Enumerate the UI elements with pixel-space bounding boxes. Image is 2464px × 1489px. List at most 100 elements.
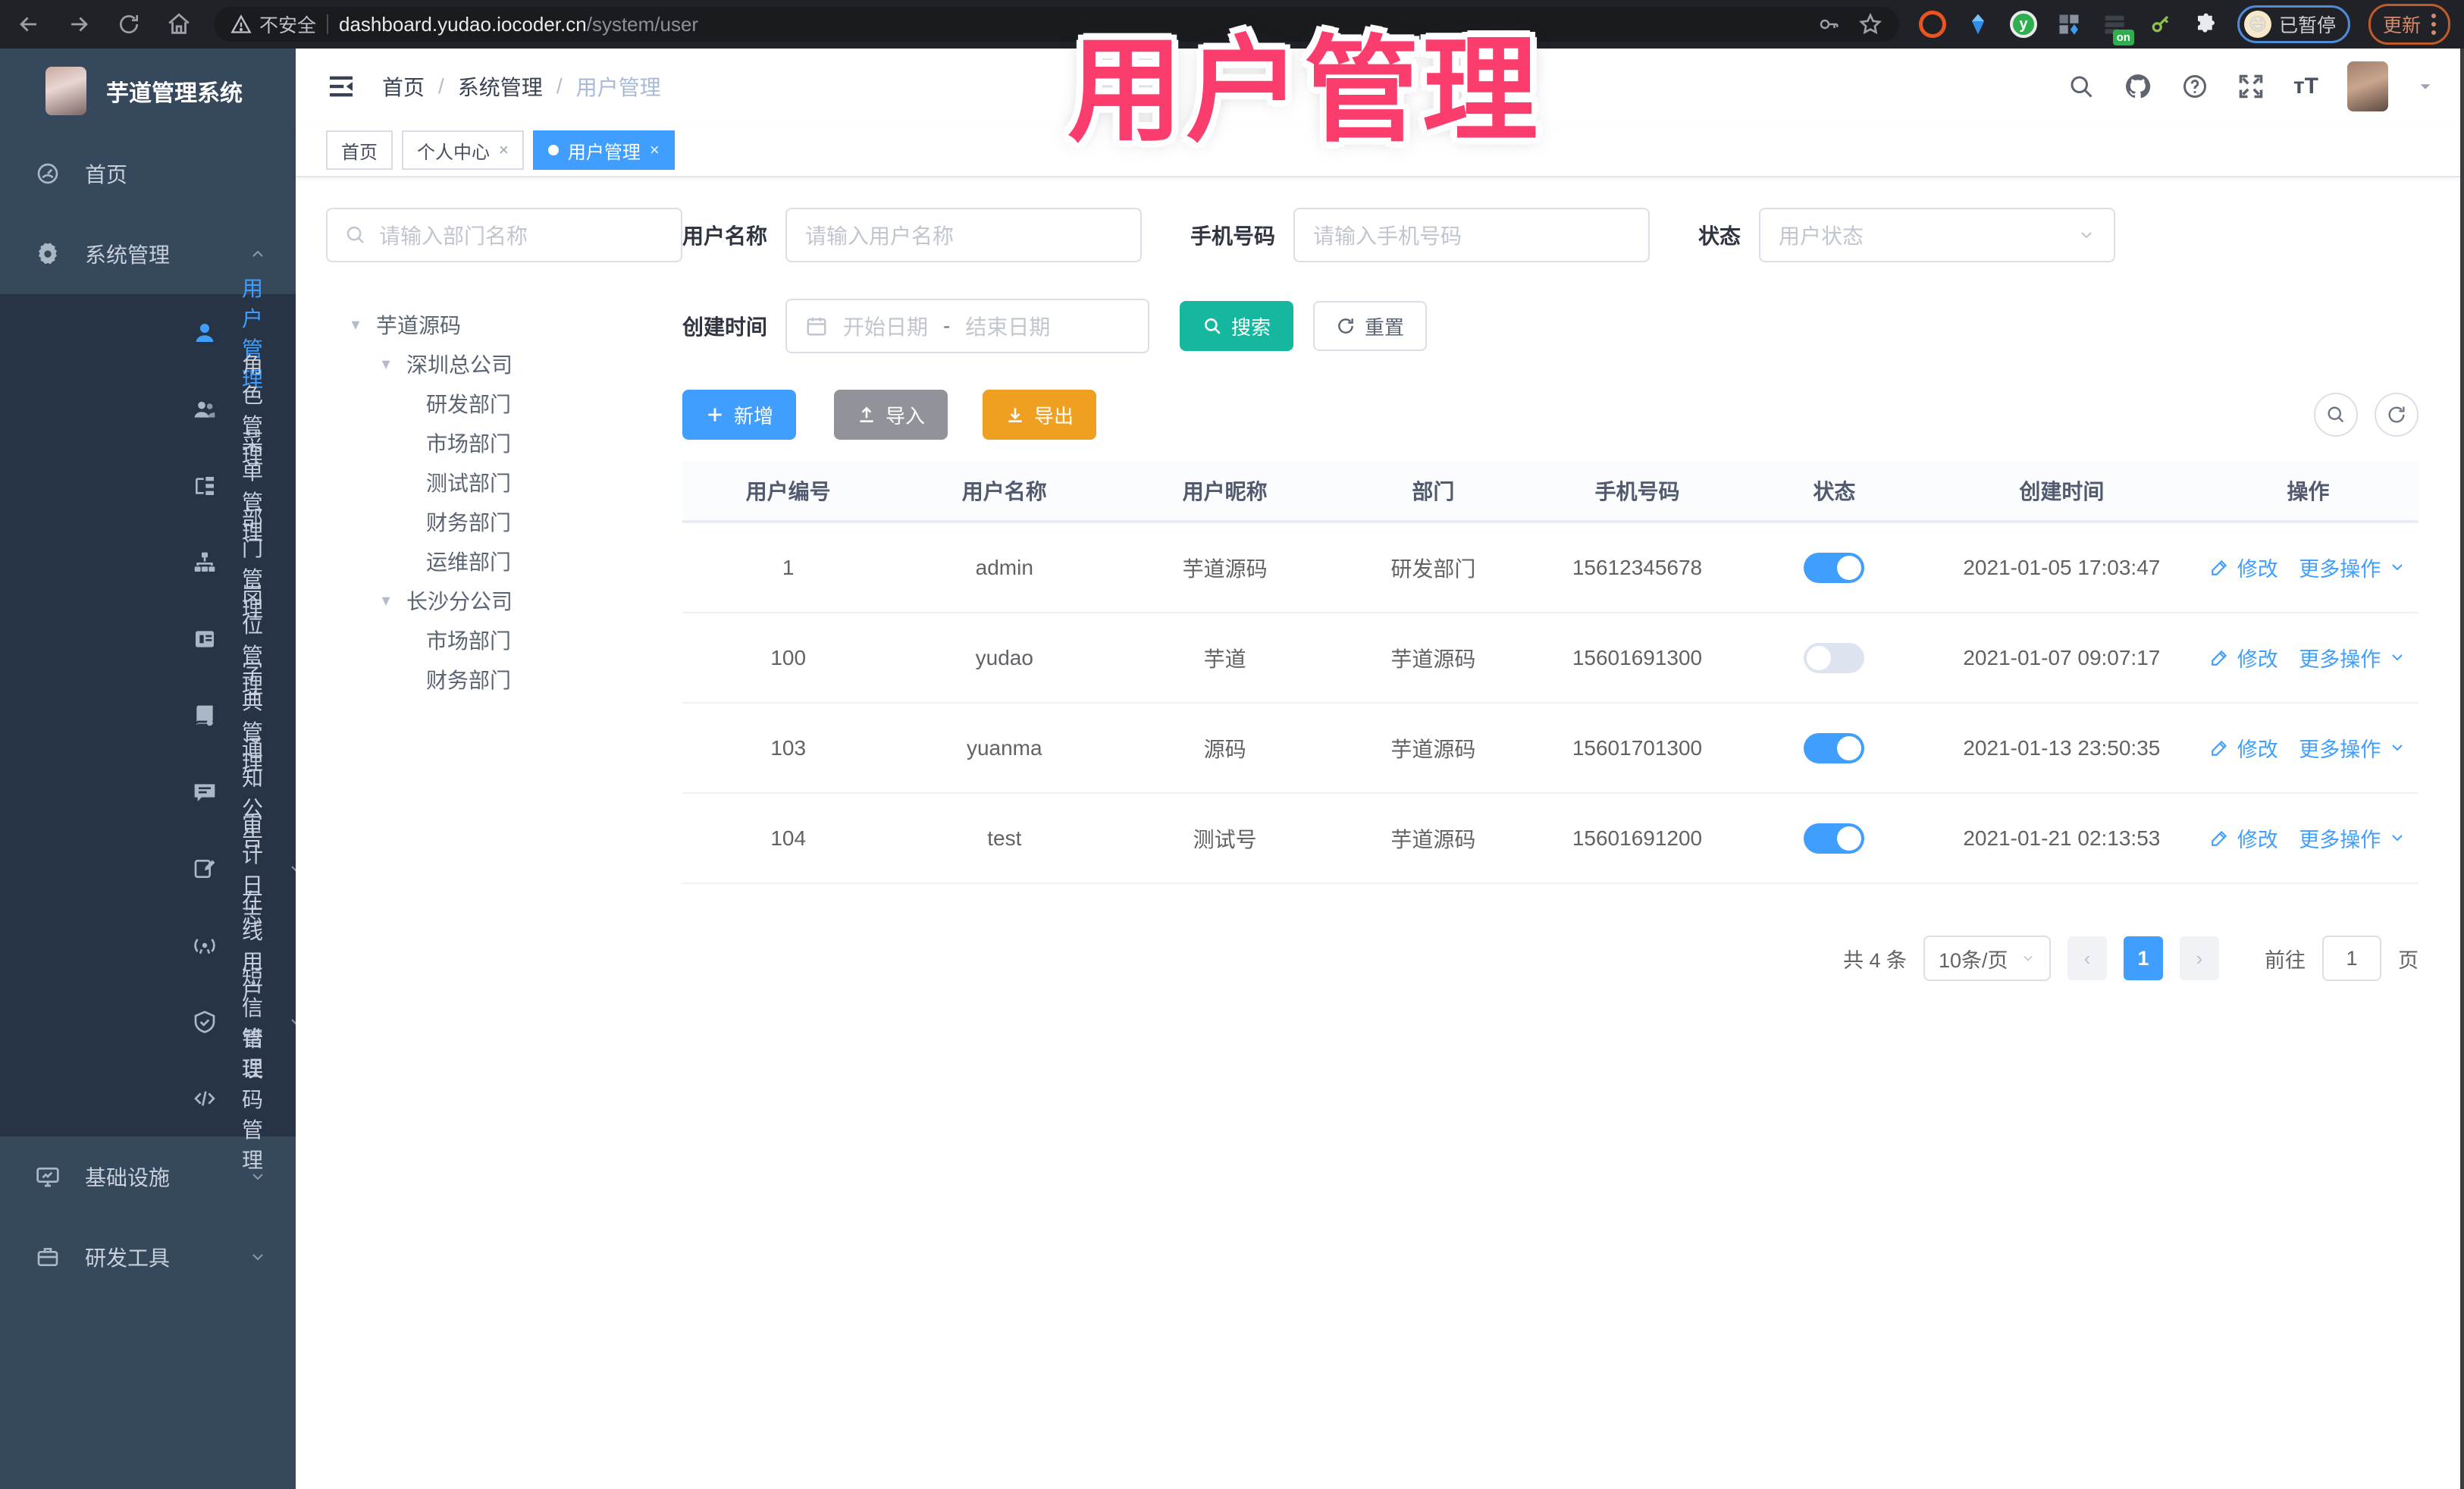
status-toggle[interactable] <box>1804 732 1865 763</box>
sidebar-item-home[interactable]: 首页 <box>0 133 296 214</box>
more-actions-link[interactable]: 更多操作 <box>2299 733 2381 763</box>
sidebar-item-label: 研发工具 <box>85 1246 171 1270</box>
status-toggle[interactable] <box>1804 642 1865 673</box>
tree-node[interactable]: 财务部门 <box>326 660 682 699</box>
pagination: 共 4 条 10条/页 ‹ 1 › 前往 页 <box>682 936 2419 981</box>
next-page-button[interactable]: › <box>2180 936 2219 980</box>
home-icon[interactable] <box>164 9 194 39</box>
more-actions-link[interactable]: 更多操作 <box>2299 643 2381 672</box>
tree-node[interactable]: 测试部门 <box>326 462 682 502</box>
tree-node[interactable]: ▾ 长沙分公司 <box>326 581 682 620</box>
date-range-picker[interactable]: 开始日期 - 结束日期 <box>785 299 1150 353</box>
caret-down-icon[interactable] <box>2417 78 2434 95</box>
breadcrumb-system[interactable]: 系统管理 <box>458 71 543 102</box>
app-logo[interactable]: 芋道管理系统 <box>0 49 296 133</box>
add-button[interactable]: 新增 <box>682 390 797 440</box>
browser-profile-badge[interactable]: 😄 已暂停 <box>2237 5 2350 43</box>
username-input[interactable]: 请输入用户名称 <box>785 208 1143 262</box>
update-label: 更新 <box>2382 15 2421 36</box>
status-select[interactable]: 用户状态 <box>1759 208 2116 262</box>
not-secure-badge[interactable]: 不安全 <box>230 11 316 38</box>
github-icon[interactable] <box>2124 72 2152 101</box>
status-label: 状态 <box>1698 224 1741 248</box>
sidebar-item-dev-tools[interactable]: 研发工具 <box>0 1217 296 1297</box>
sidebar-collapse-icon[interactable] <box>326 71 356 102</box>
extension-grid-icon[interactable] <box>2055 11 2083 38</box>
puzzle-icon[interactable] <box>2192 11 2219 38</box>
extensions-row: y on 😄 已暂停 更新 <box>1918 4 2450 45</box>
goto-page-input[interactable] <box>2322 936 2381 981</box>
reload-icon[interactable] <box>114 9 144 39</box>
chevron-down-icon <box>2392 744 2403 751</box>
user-icon <box>192 321 218 345</box>
tree-node[interactable]: 运维部门 <box>326 541 682 581</box>
page-size-select[interactable]: 10条/页 <box>1923 936 2051 981</box>
refresh-table-button[interactable] <box>2375 393 2419 437</box>
bookmark-star-icon[interactable] <box>1858 12 1882 36</box>
tree-node[interactable]: 市场部门 <box>326 423 682 462</box>
create-time-label: 创建时间 <box>682 315 768 339</box>
profile-avatar-icon: 😄 <box>2243 11 2271 38</box>
close-icon[interactable]: × <box>650 140 660 160</box>
mobile-input[interactable]: 请输入手机号码 <box>1293 208 1651 262</box>
edit-link[interactable]: 修改 <box>2237 823 2278 853</box>
address-bar[interactable]: 不安全 dashboard.yudao.iocoder.cn/system/us… <box>214 7 1899 42</box>
col-header: 用户名称 <box>961 480 1047 503</box>
chevron-down-icon <box>2392 564 2403 571</box>
search-icon <box>2328 406 2344 423</box>
table-row: 100 yudao 芋道 芋道源码 15601691300 2021-01-07… <box>682 613 2419 704</box>
gear-icon <box>35 242 61 266</box>
current-page-button[interactable]: 1 <box>2124 936 2163 980</box>
extension-gem-icon[interactable] <box>1964 11 1992 38</box>
status-toggle[interactable] <box>1804 823 1865 854</box>
prev-page-button[interactable]: ‹ <box>2067 936 2107 980</box>
key-icon[interactable] <box>1817 13 1840 36</box>
tab-home[interactable]: 首页 <box>326 130 393 170</box>
chevron-down-icon <box>249 1248 267 1266</box>
user-avatar[interactable] <box>2347 61 2388 111</box>
caret-down-icon[interactable]: ▾ <box>376 591 396 610</box>
close-icon[interactable]: × <box>499 140 509 160</box>
more-actions-link[interactable]: 更多操作 <box>2299 553 2381 582</box>
tab-user-mgmt[interactable]: 用户管理 × <box>532 130 675 170</box>
reset-button[interactable]: 重置 <box>1313 301 1428 351</box>
dept-search-input[interactable]: 请输入部门名称 <box>326 208 682 262</box>
export-button[interactable]: 导出 <box>983 390 1097 440</box>
edit-link[interactable]: 修改 <box>2237 643 2278 672</box>
extension-key-green-icon[interactable] <box>2146 11 2174 38</box>
caret-down-icon[interactable]: ▾ <box>346 315 365 334</box>
username-label: 用户名称 <box>682 224 768 248</box>
toggle-search-button[interactable] <box>2314 393 2358 437</box>
header-search-icon[interactable] <box>2067 73 2095 100</box>
edit-link[interactable]: 修改 <box>2237 553 2278 582</box>
import-button[interactable]: 导入 <box>834 390 948 440</box>
url-text[interactable]: dashboard.yudao.iocoder.cn/system/user <box>339 13 698 36</box>
help-icon[interactable] <box>2181 73 2209 100</box>
tree-node[interactable]: ▾ 芋道源码 <box>326 305 682 344</box>
tree-node[interactable]: 研发部门 <box>326 384 682 423</box>
browser-menu-icon[interactable] <box>2431 14 2436 35</box>
app-title: 芋道管理系统 <box>106 81 243 106</box>
sidebar-item-error-code[interactable]: 错误码管理 <box>0 1027 296 1172</box>
edit-link[interactable]: 修改 <box>2237 733 2278 763</box>
fullscreen-icon[interactable] <box>2237 73 2265 100</box>
tree-node[interactable]: ▾ 深圳总公司 <box>326 344 682 384</box>
back-icon[interactable] <box>14 9 44 39</box>
breadcrumb-home[interactable]: 首页 <box>382 71 425 102</box>
more-actions-link[interactable]: 更多操作 <box>2299 823 2381 853</box>
extension-orange-icon[interactable] <box>1918 11 1946 38</box>
tab-profile[interactable]: 个人中心 × <box>402 130 524 170</box>
forward-icon[interactable] <box>64 9 94 39</box>
search-button[interactable]: 搜索 <box>1180 301 1294 351</box>
caret-down-icon[interactable]: ▾ <box>376 354 396 374</box>
shield-check-icon <box>192 1010 218 1034</box>
tree-node[interactable]: 市场部门 <box>326 620 682 660</box>
font-size-icon[interactable]: ᴛT <box>2293 74 2318 99</box>
tree-node[interactable]: 财务部门 <box>326 502 682 541</box>
extension-green-y-icon[interactable]: y <box>2009 11 2037 38</box>
status-toggle[interactable] <box>1804 552 1865 583</box>
extension-on-badge-icon[interactable]: on <box>2101 11 2134 45</box>
browser-update-button[interactable]: 更新 <box>2368 4 2450 45</box>
search-icon <box>1205 318 1221 334</box>
breadcrumb-current: 用户管理 <box>575 76 661 99</box>
